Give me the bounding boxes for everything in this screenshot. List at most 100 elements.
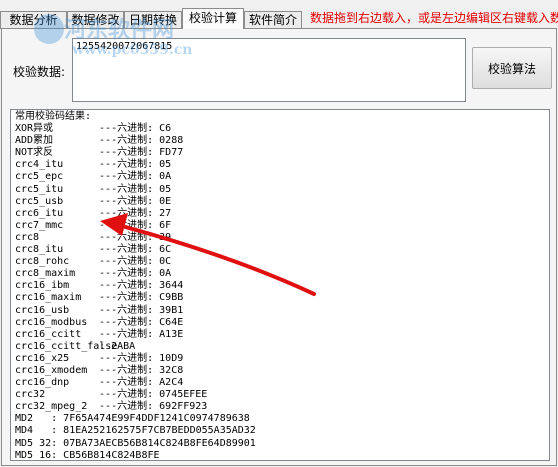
tab-checksum[interactable]: 校验计算 <box>182 8 244 29</box>
hash-value: CB56B814C824B8FE <box>63 449 160 461</box>
algorithm-name: crc16_ibm <box>15 280 70 292</box>
checksum-value: 32C8 <box>159 364 184 376</box>
tab-label: 校验计算 <box>188 11 237 25</box>
result-row: crc16_usb ---六进制: 39B1 <box>15 305 545 317</box>
algorithm-name: crc8_itu <box>15 244 64 256</box>
hash-row: MD2 : 7F65A474E99F4DDF1241C0974789638 <box>15 413 545 425</box>
checksum-value: C9BB <box>159 292 184 304</box>
hash-row: MD4 : 81EA252162575F7CB7BEDD055A35AD32 <box>15 425 545 437</box>
checksum-value: A13E <box>159 328 184 340</box>
check-data-label: 校验数据: <box>13 65 66 79</box>
hex-label: ---六进制: <box>87 280 160 292</box>
results-header: 常用校验码结果: <box>15 111 92 122</box>
hash-label: MD5 16: <box>15 449 64 461</box>
checksum-algorithm-button[interactable]: 校验算法 <box>472 47 552 89</box>
result-row: XOR异或 ---六进制: C6 <box>15 123 545 135</box>
checksum-value: 692FF923 <box>159 401 208 413</box>
checksum-value: C6 <box>159 123 172 135</box>
algorithm-name: crc4_itu <box>15 159 64 171</box>
hash-label: MD5 32: <box>15 437 64 449</box>
checksum-value: 6F <box>159 219 172 231</box>
algorithm-name: crc16_dnp <box>15 377 70 389</box>
hex-label: ---六进制: <box>87 244 160 256</box>
hash-label: MD4 : <box>15 425 64 437</box>
result-row: crc8_maxim ---六进制: 0A <box>15 268 545 280</box>
checksum-value: 05 <box>159 159 172 171</box>
checksum-value: 0A <box>159 268 172 280</box>
result-row: crc16_xmodem ---六进制: 32C8 <box>15 365 545 377</box>
algorithm-name: crc16_ccitt_false <box>15 340 118 352</box>
hex-label: ---六进制: <box>87 256 160 268</box>
result-row: crc16_modbus ---六进制: C64E <box>15 317 545 329</box>
result-row: crc7_mmc ---六进制: 6F <box>15 220 545 232</box>
results-list: XOR异或 ---六进制: C6 ADD累加 ---六进制: 0288 NOT求反 … <box>15 123 545 413</box>
tab-data-analysis[interactable]: 数据分析 <box>0 11 67 29</box>
result-row: crc16_ibm ---六进制: 3644 <box>15 280 545 292</box>
hex-label: ---六进制: <box>87 401 160 413</box>
checksum-value: 0E <box>159 195 172 207</box>
hash-row: MD5 32: 07BA73AECB56B814C824B8FE64D89901 <box>15 438 545 450</box>
result-row: crc6_itu ---六进制: 27 <box>15 208 545 220</box>
tab-label: 日期转换 <box>128 13 177 27</box>
hash-label: MD2 : <box>15 413 64 425</box>
checksum-value: FD77 <box>159 147 184 159</box>
checksum-panel: 校验数据: 校验算法 常用校验码结果: XOR异或 ---六进制: C6ADD累… <box>1 28 557 466</box>
checksum-value: 6C <box>159 244 172 256</box>
algorithm-name: crc8_rohc <box>15 256 70 268</box>
hex-label: ---六进制: <box>87 123 160 135</box>
algorithm-name: crc32 <box>15 389 46 401</box>
tab-data-edit[interactable]: 数据修改 <box>67 11 124 29</box>
hash-value: 7F65A474E99F4DDF1241C0974789638 <box>63 413 250 425</box>
result-row: ADD累加 ---六进制: 0288 <box>15 135 545 147</box>
tab-strip: 数据分析 数据修改 日期转换 校验计算 软件简介 数据拖到右边载入，或是左边编辑… <box>0 0 558 29</box>
hex-label: : <box>87 340 112 352</box>
algorithm-name: NOT求反 <box>15 147 54 159</box>
hex-label: ---六进制: <box>87 364 160 376</box>
result-row: crc16_maxim ---六进制: C9BB <box>15 292 545 304</box>
hex-label: ---六进制: <box>87 195 160 207</box>
checksum-value: 0288 <box>159 135 184 147</box>
result-row: crc16_dnp ---六进制: A2C4 <box>15 377 545 389</box>
checksum-value: C64E <box>159 316 184 328</box>
results-output[interactable]: 常用校验码结果: XOR异或 ---六进制: C6 ADD累加 ---六进制: 0… <box>10 109 550 461</box>
hash-row: MD5 16: CB56B814C824B8FE <box>15 449 545 461</box>
tab-date-convert[interactable]: 日期转换 <box>124 11 182 29</box>
algorithm-name: crc8_maxim <box>15 268 76 280</box>
hex-label: ---六进制: <box>87 147 160 159</box>
checksum-value: 3644 <box>159 280 184 292</box>
algorithm-name: crc8 <box>15 231 40 243</box>
hex-label: ---六进制: <box>87 159 160 171</box>
hex-label: ---六进制: <box>87 183 160 195</box>
result-row: crc4_itu ---六进制: 05 <box>15 159 545 171</box>
hex-label: ---六进制: <box>87 304 160 316</box>
result-row: crc5_usb ---六进制: 0E <box>15 196 545 208</box>
hex-label: ---六进制: <box>87 292 160 304</box>
result-row: crc32 ---六进制: 0745EFEE <box>15 389 545 401</box>
check-data-input[interactable] <box>72 38 466 102</box>
algorithm-name: crc7_mmc <box>15 219 64 231</box>
algorithm-name: crc16_maxim <box>15 292 82 304</box>
checksum-value: 0C <box>159 256 172 268</box>
result-row: crc32_mpeg_2 ---六进制: 692FF923 <box>15 401 545 413</box>
algorithm-name: crc32_mpeg_2 <box>15 401 88 413</box>
tab-about[interactable]: 软件简介 <box>244 11 302 29</box>
checksum-value: 39B1 <box>159 304 184 316</box>
hex-label: ---六进制: <box>87 389 160 401</box>
result-row: crc16_ccitt_false : 2ABA <box>15 341 545 353</box>
result-row: crc16_x25 ---六进制: 10D9 <box>15 353 545 365</box>
result-row: NOT求反 ---六进制: FD77 <box>15 147 545 159</box>
checksum-value: 05 <box>159 183 172 195</box>
hex-label: ---六进制: <box>87 171 160 183</box>
drag-hint-text: 数据拖到右边载入，或是左边编辑区右键载入数据 <box>310 11 558 25</box>
hex-label: ---六进制: <box>87 231 160 243</box>
algorithm-name: crc5_epc <box>15 171 64 183</box>
tab-label: 软件简介 <box>248 13 297 27</box>
hex-label: ---六进制: <box>87 316 160 328</box>
result-row: crc16_ccitt ---六进制: A13E <box>15 329 545 341</box>
checksum-value: 27 <box>159 207 172 219</box>
algorithm-name: crc5_itu <box>15 183 64 195</box>
checksum-value: 10D9 <box>159 352 184 364</box>
algorithm-name: ADD累加 <box>15 135 54 147</box>
hash-value: 07BA73AECB56B814C824B8FE64D89901 <box>63 437 256 449</box>
hex-label: ---六进制: <box>87 135 160 147</box>
